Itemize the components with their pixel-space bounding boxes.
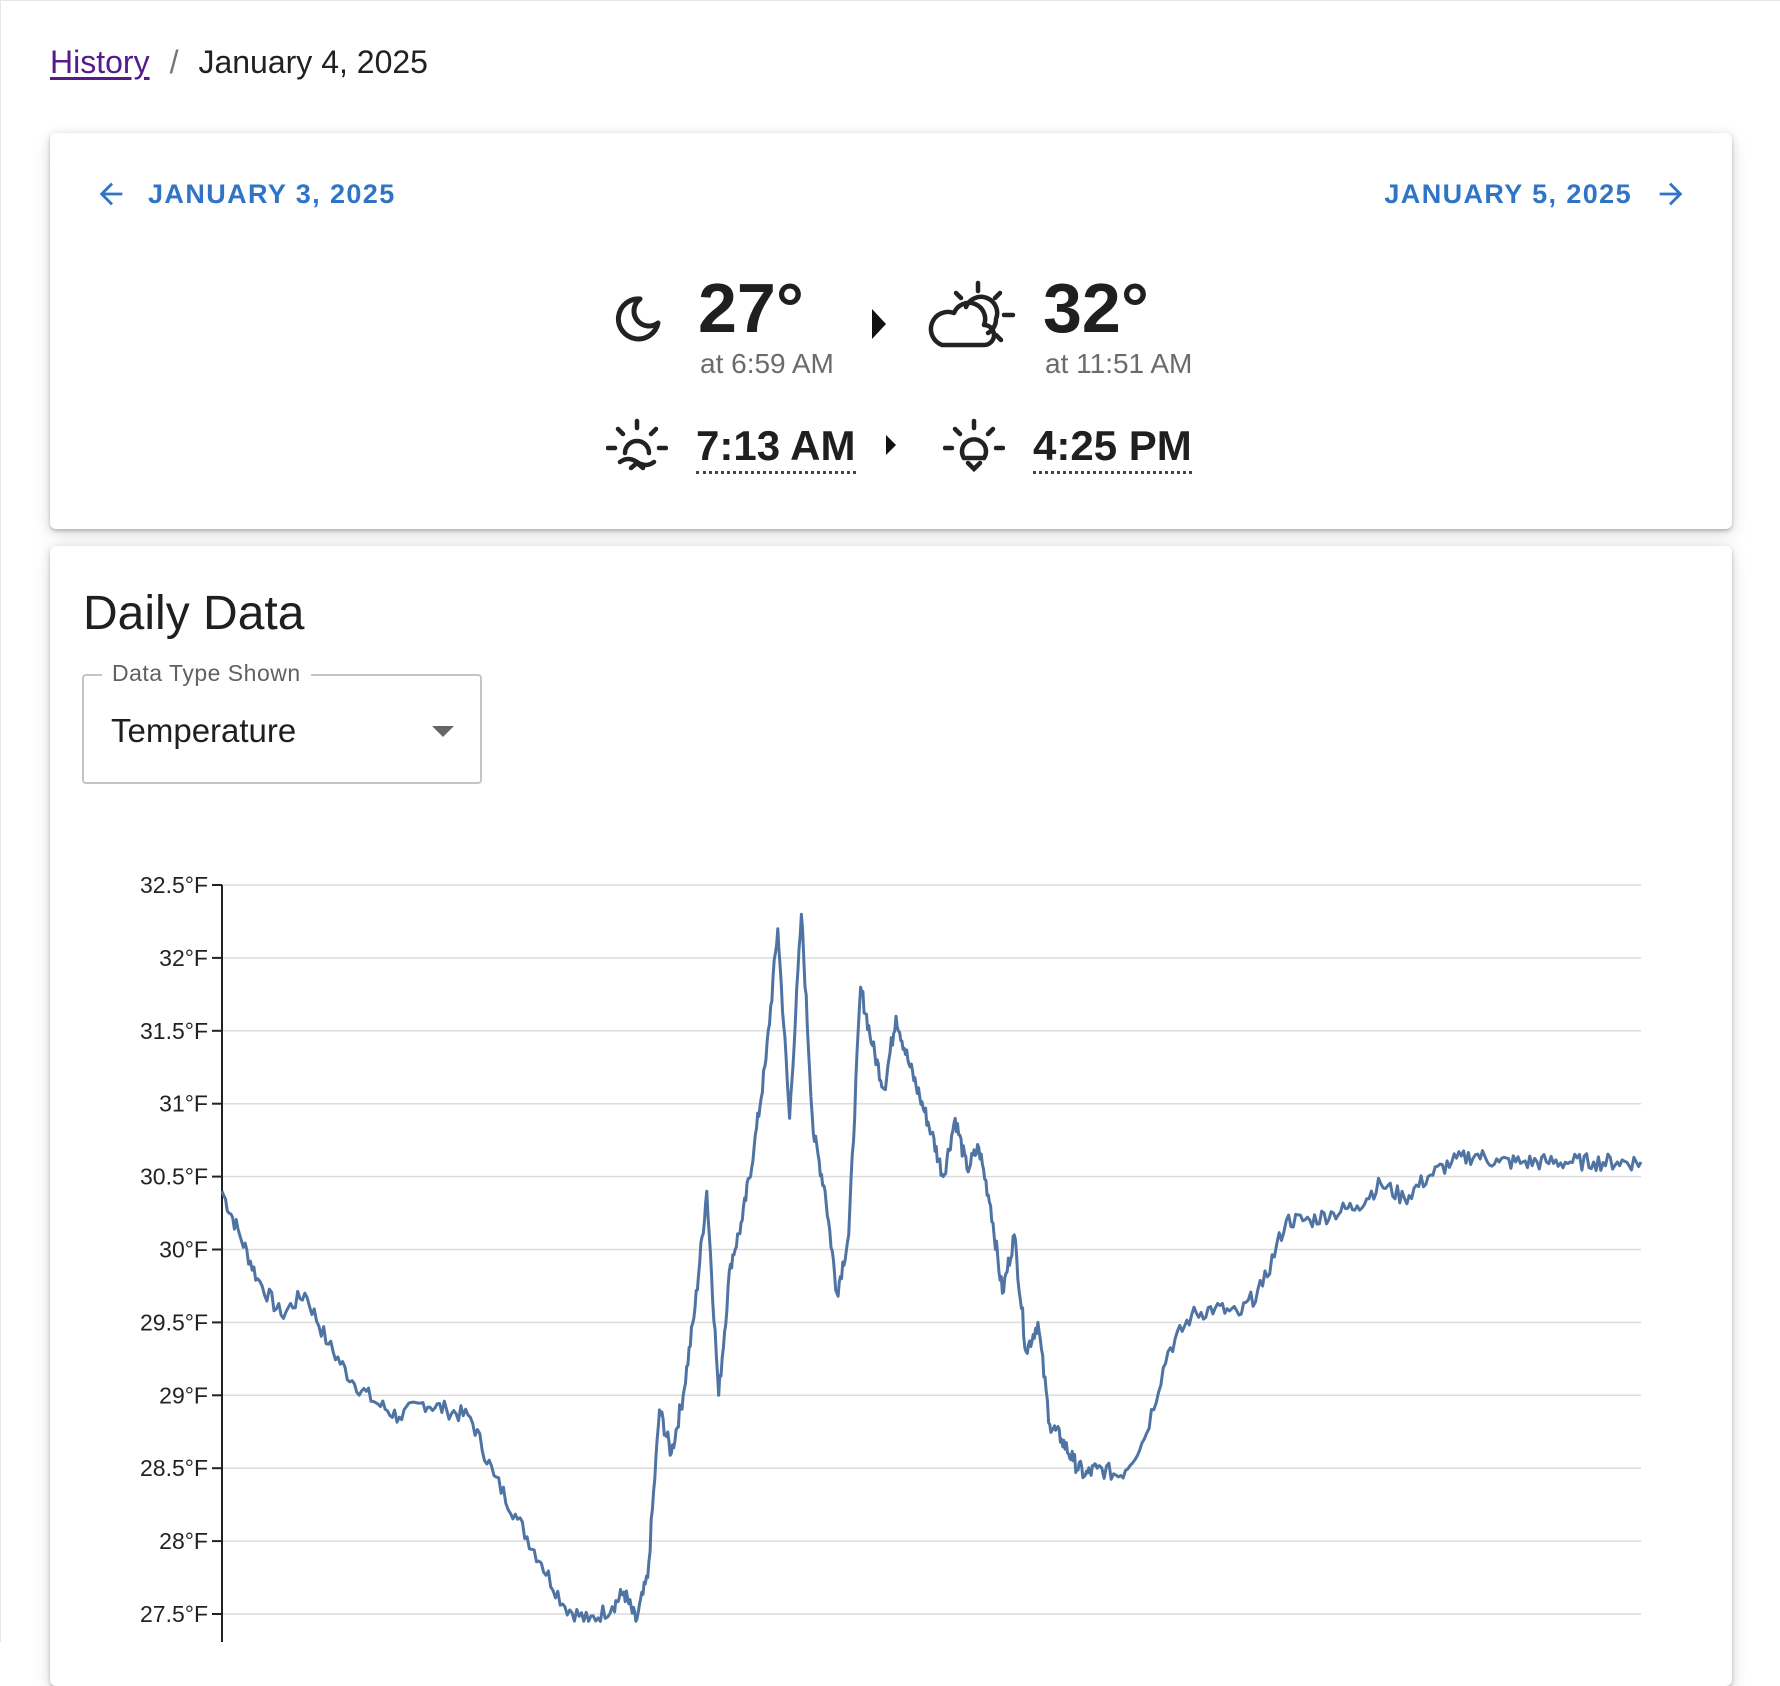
sunrise-time[interactable]: 7:13 AM	[696, 425, 856, 474]
y-tick-label: 29.5°F	[140, 1309, 208, 1335]
partly-cloudy-day-icon	[928, 280, 1016, 348]
high-temperature-time: at 11:51 AM	[1045, 348, 1193, 379]
previous-day-label: JANUARY 3, 2025	[148, 178, 396, 209]
breadcrumb-separator: /	[169, 44, 179, 80]
temperature-series-line	[220, 912, 1643, 1623]
sunset-time[interactable]: 4:25 PM	[1033, 425, 1192, 474]
triangle-right-small-icon	[886, 435, 896, 455]
window-top-edge	[0, 0, 1780, 1]
y-tick-label: 30.5°F	[140, 1164, 208, 1190]
y-tick-label: 31.5°F	[140, 1018, 208, 1044]
y-tick-label: 28.5°F	[140, 1455, 208, 1481]
low-temperature: 27°	[698, 269, 804, 347]
day-summary-card: JANUARY 3, 2025 JANUARY 5, 2025 27° at 6…	[50, 133, 1732, 529]
y-tick-label: 32.5°F	[140, 872, 208, 898]
window-edge	[0, 0, 1, 1642]
high-temperature: 32°	[1043, 269, 1149, 347]
temperature-line-chart: 27.5°F 28°F 28.5°F 29°F 29.5°F 30°F 30.5°F 31°F…	[140, 872, 1643, 1642]
y-tick-label: 28°F	[159, 1528, 208, 1554]
y-tick-label: 29°F	[159, 1382, 208, 1408]
y-tick-label: 30°F	[159, 1237, 208, 1263]
moon-icon	[615, 296, 661, 342]
sunset-icon	[943, 418, 1005, 473]
breadcrumb-current: January 4, 2025	[198, 44, 428, 80]
arrow-left-icon	[99, 182, 123, 206]
triangle-right-icon	[872, 309, 886, 339]
next-day-label: JANUARY 5, 2025	[1384, 178, 1632, 209]
arrow-right-icon	[1659, 182, 1683, 206]
low-temperature-time: at 6:59 AM	[700, 348, 834, 379]
breadcrumb-history-link[interactable]: History	[50, 44, 150, 81]
y-tick-label: 27.5°F	[140, 1601, 208, 1627]
daily-data-card: Daily Data Data Type Shown Temperature 2…	[50, 546, 1732, 1686]
breadcrumb: History / January 4, 2025	[50, 44, 428, 81]
sunrise-icon	[606, 418, 668, 471]
previous-day-button[interactable]: JANUARY 3, 2025	[94, 177, 396, 211]
y-tick-label: 32°F	[159, 945, 208, 971]
y-tick-label: 31°F	[159, 1091, 208, 1117]
next-day-button[interactable]: JANUARY 5, 2025	[1384, 177, 1688, 211]
